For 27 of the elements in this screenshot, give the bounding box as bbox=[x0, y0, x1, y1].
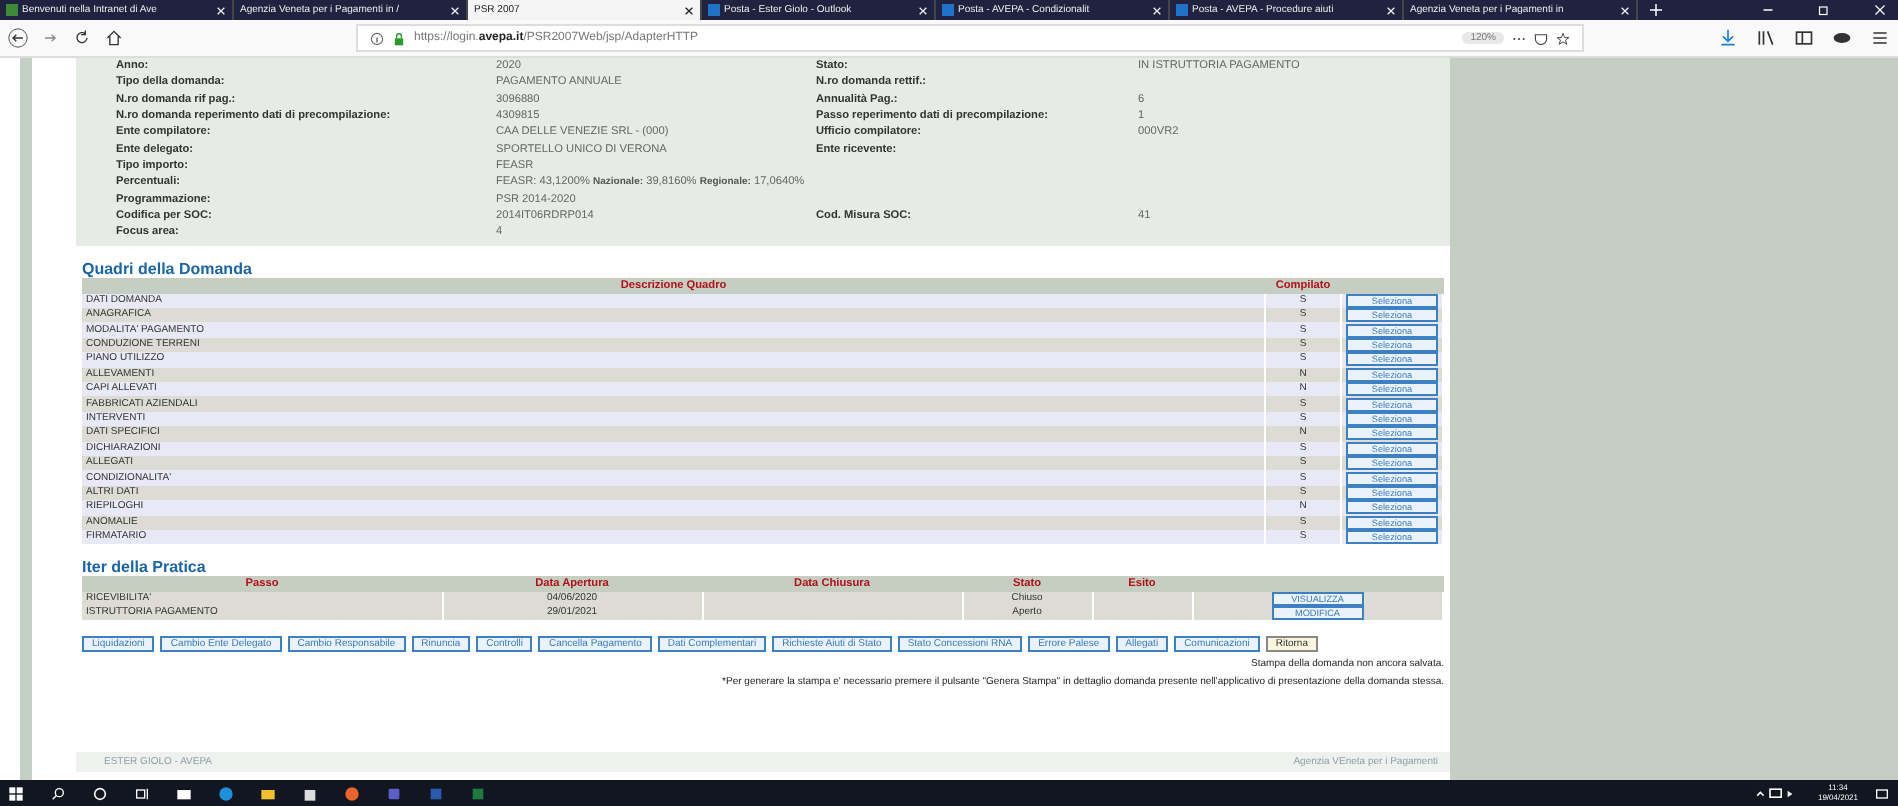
info-icon bbox=[370, 31, 384, 45]
star-icon[interactable] bbox=[1556, 31, 1570, 45]
library-icon[interactable] bbox=[1756, 28, 1776, 48]
section-title: Quadri della Domanda bbox=[82, 260, 254, 279]
lock-icon bbox=[392, 31, 406, 45]
circle-icon[interactable] bbox=[92, 785, 108, 801]
mail-icon bbox=[708, 4, 720, 16]
section-title: Iter della Pratica bbox=[82, 558, 208, 577]
sidebar-icon[interactable] bbox=[1794, 28, 1814, 48]
menu-icon[interactable] bbox=[1870, 28, 1890, 48]
download-icon[interactable] bbox=[1718, 28, 1738, 48]
mail-icon bbox=[942, 4, 954, 16]
task-view-icon[interactable] bbox=[134, 785, 150, 801]
folder-icon[interactable] bbox=[260, 785, 276, 801]
close-icon[interactable] bbox=[684, 5, 694, 15]
minimize-icon[interactable] bbox=[1762, 4, 1774, 16]
mail-icon[interactable] bbox=[176, 785, 192, 801]
new-tab-icon[interactable] bbox=[1650, 4, 1662, 16]
search-icon[interactable] bbox=[50, 785, 66, 801]
mail-icon bbox=[1176, 4, 1188, 16]
notification-icon[interactable] bbox=[1874, 785, 1890, 801]
back-icon[interactable] bbox=[8, 28, 28, 48]
restore-icon[interactable] bbox=[1818, 4, 1830, 16]
reload-icon[interactable] bbox=[72, 28, 92, 48]
site-icon bbox=[6, 4, 18, 16]
windows-icon[interactable] bbox=[8, 785, 24, 801]
home-icon[interactable] bbox=[104, 28, 124, 48]
